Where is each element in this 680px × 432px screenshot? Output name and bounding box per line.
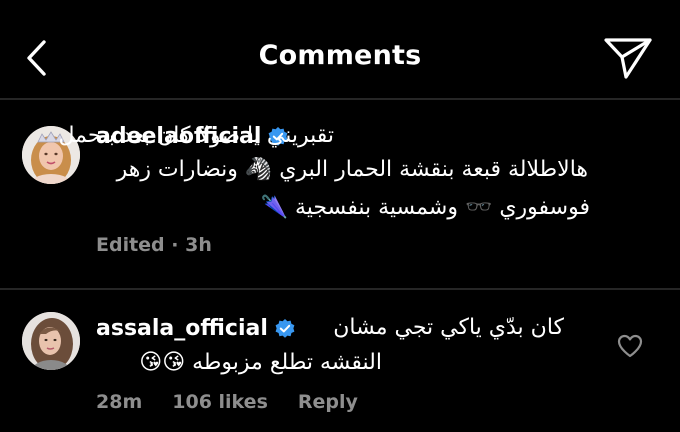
- like-button[interactable]: [616, 333, 644, 359]
- header-divider: [0, 98, 680, 100]
- heart-icon: [617, 334, 643, 358]
- comment-text-line: فوسفوري 🕶️ وشمسية بنفسجية 🌂: [260, 195, 590, 220]
- verified-badge-icon: [274, 318, 296, 340]
- comment-text-line: النقشه تطلع مزبوطه 😘😘: [139, 350, 382, 375]
- comment-header: assala_official: [96, 316, 296, 341]
- avatar[interactable]: [22, 312, 80, 370]
- share-button[interactable]: [600, 33, 656, 81]
- comment-text-line: كان بدّي ياكي تجي مشان: [333, 315, 564, 340]
- comment-time: 28m: [96, 391, 143, 413]
- page-title: Comments: [258, 40, 422, 71]
- comment-meta: 28m 106 likes Reply: [96, 391, 358, 413]
- comment-text-line: تقبريني يا صولا كان بعد بتحمل: [58, 123, 334, 148]
- header: Comments: [0, 0, 680, 98]
- comment-divider: [0, 288, 680, 290]
- comment-text-line: هالاطلالة قبعة بنقشة الحمار البري 🦓 ونضا…: [116, 157, 588, 182]
- avatar-image: [22, 312, 80, 370]
- username[interactable]: assala_official: [96, 316, 268, 341]
- reply-button[interactable]: Reply: [298, 391, 358, 413]
- likes-count[interactable]: 106 likes: [172, 391, 268, 413]
- send-icon: [604, 38, 652, 79]
- edited-time: Edited · 3h: [96, 234, 212, 256]
- comment-meta: Edited · 3h: [96, 234, 212, 256]
